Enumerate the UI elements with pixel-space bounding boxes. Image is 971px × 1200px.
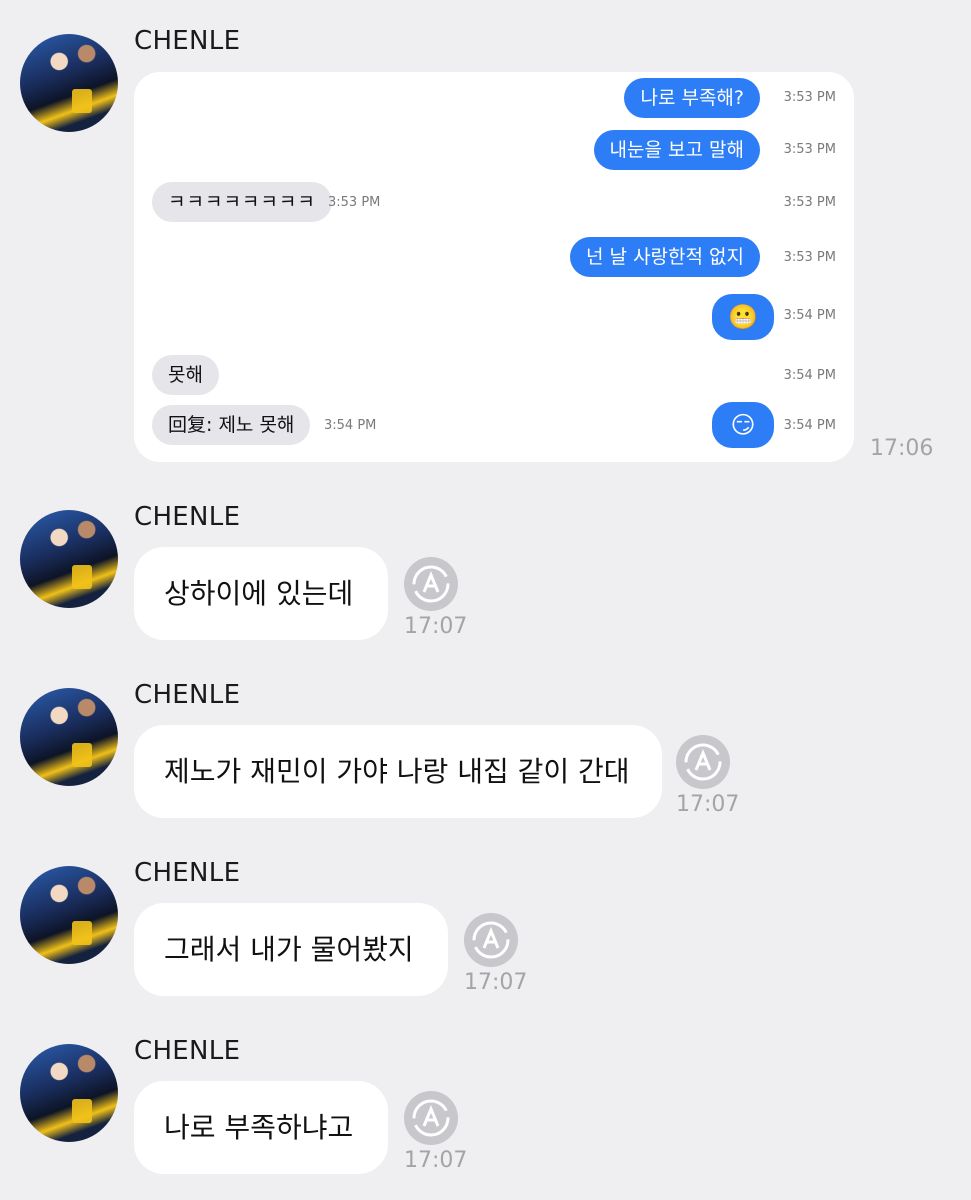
message-time: 17:06 xyxy=(870,436,934,461)
sender-name: CHENLE xyxy=(134,502,241,532)
avatar[interactable] xyxy=(20,1044,118,1142)
sender-name: CHENLE xyxy=(134,26,241,56)
avatar[interactable] xyxy=(20,688,118,786)
translate-sync-icon[interactable] xyxy=(404,557,458,611)
screenshot-timestamp: 3:53 PM xyxy=(783,90,836,105)
screenshot-message: 못해 xyxy=(152,355,219,395)
screenshot-message: 回复: 제노 못해 xyxy=(152,405,311,445)
message-bubble[interactable]: 그래서 내가 물어봤지 xyxy=(134,903,448,996)
screenshot-timestamp: 3:53 PM xyxy=(783,195,836,210)
translate-sync-icon[interactable] xyxy=(404,1091,458,1145)
screenshot-timestamp: 3:54 PM xyxy=(324,418,377,433)
message-time: 17:07 xyxy=(464,970,528,995)
screenshot-timestamp: 3:54 PM xyxy=(783,368,836,383)
screenshot-emoji-message: 😬 xyxy=(712,294,774,340)
screenshot-timestamp: 3:53 PM xyxy=(783,142,836,157)
message-time: 17:07 xyxy=(404,614,468,639)
screenshot-timestamp: 3:53 PM xyxy=(783,250,836,265)
screenshot-timestamp: 3:54 PM xyxy=(783,418,836,433)
avatar[interactable] xyxy=(20,866,118,964)
screenshot-timestamp: 3:53 PM xyxy=(328,195,381,210)
screenshot-message: ㅋㅋㅋㅋㅋㅋㅋㅋ xyxy=(152,182,332,222)
message-time: 17:07 xyxy=(676,792,740,817)
translate-sync-icon[interactable] xyxy=(676,735,730,789)
avatar[interactable] xyxy=(20,510,118,608)
message-bubble[interactable]: 제노가 재민이 가야 나랑 내집 같이 간대 xyxy=(134,725,662,818)
chat-screenshot-image[interactable]: 나로 부족해? 3:53 PM 내눈을 보고 말해 3:53 PM ㅋㅋㅋㅋㅋㅋ… xyxy=(134,72,854,462)
message-bubble[interactable]: 나로 부족하냐고 xyxy=(134,1081,388,1174)
sender-name: CHENLE xyxy=(134,680,241,710)
screenshot-timestamp: 3:54 PM xyxy=(783,308,836,323)
sender-name: CHENLE xyxy=(134,1036,241,1066)
sender-name: CHENLE xyxy=(134,858,241,888)
message-bubble[interactable]: 상하이에 있는데 xyxy=(134,547,388,640)
message-time: 17:07 xyxy=(404,1148,468,1173)
avatar[interactable] xyxy=(20,34,118,132)
screenshot-message: 내눈을 보고 말해 xyxy=(593,130,760,170)
screenshot-message: 나로 부족해? xyxy=(624,78,760,118)
translate-sync-icon[interactable] xyxy=(464,913,518,967)
screenshot-message: 넌 날 사랑한적 없지 xyxy=(570,237,760,277)
screenshot-emoji-message: 😏 xyxy=(712,402,774,448)
